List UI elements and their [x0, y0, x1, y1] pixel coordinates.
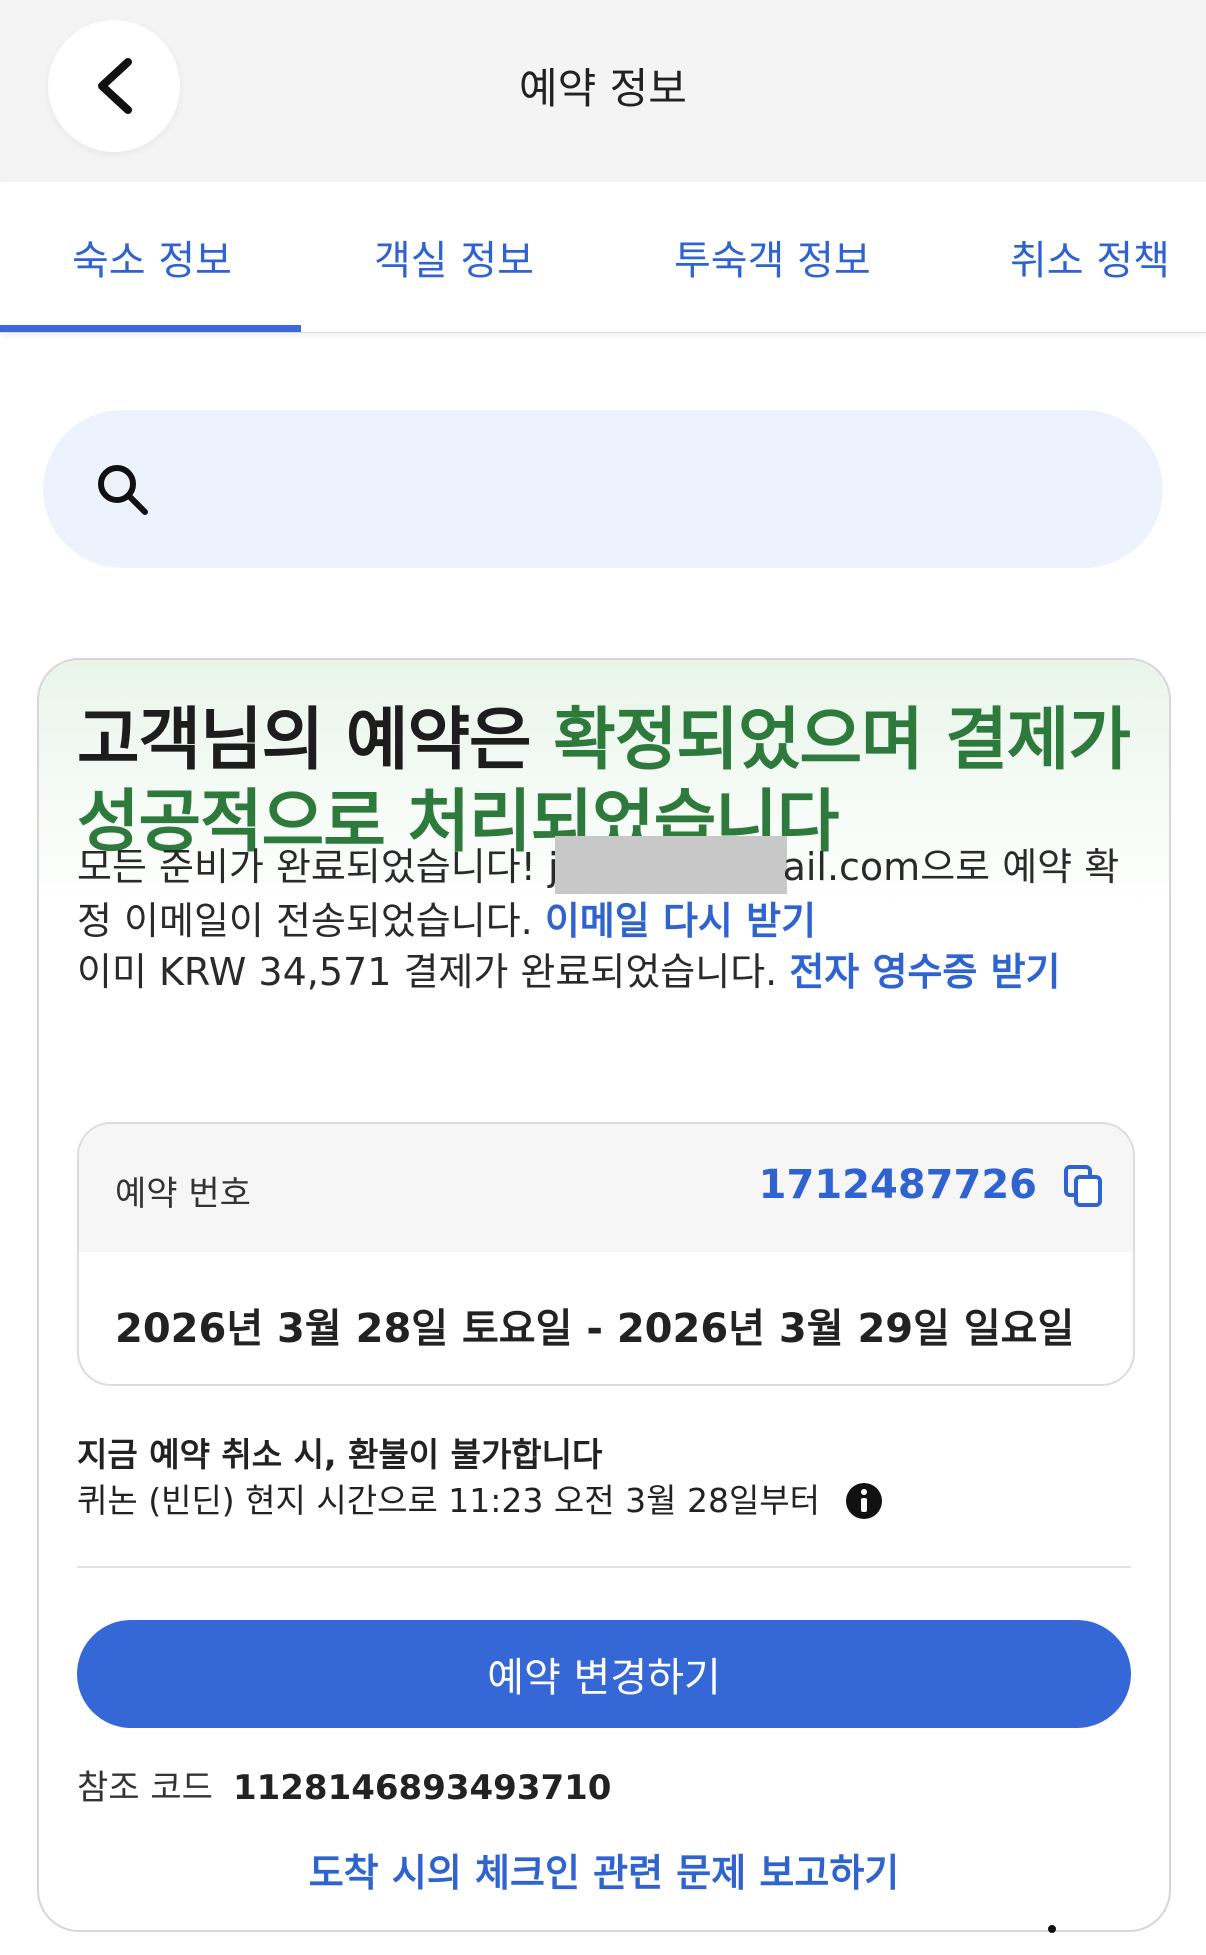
cancellation-title: 지금 예약 취소 시, 환불이 불가합니다 [77, 1435, 603, 1474]
booking-number-label: 예약 번호 [115, 1174, 251, 1214]
headline-part1: 고객님의 예약은 [77, 701, 554, 780]
page-title: 예약 정보 [519, 64, 687, 113]
booking-number-row: 예약 번호 1712487726 [79, 1124, 1133, 1252]
report-checkin-issue-link[interactable]: 도착 시의 체크인 관련 문제 보고하기 [39, 1842, 1169, 1897]
dot-decoration [1048, 1925, 1056, 1933]
top-bar: 예약 정보 [0, 0, 1206, 182]
tab-property-info[interactable]: 숙소 정보 [72, 228, 232, 286]
booking-number[interactable]: 1712487726 [759, 1162, 1037, 1208]
search-icon [98, 465, 148, 515]
search-input[interactable] [163, 450, 1127, 530]
divider [77, 1566, 1131, 1568]
cancellation-deadline-text: 퀴논 (빈딘) 현지 시간으로 11:23 오전 3월 28일부터 [77, 1481, 821, 1520]
tab-room-info[interactable]: 객실 정보 [374, 228, 534, 286]
cancellation-deadline: 퀴논 (빈딘) 현지 시간으로 11:23 오전 3월 28일부터 [77, 1474, 883, 1522]
copy-icon[interactable] [1063, 1164, 1103, 1208]
tab-bar: 숙소 정보 객실 정보 투숙객 정보 취소 정책 [0, 182, 1206, 333]
email-notice: 모든 준비가 완료되었습니다! j ail.com으로 예약 확정 이메일이 전송… [77, 836, 1137, 948]
payment-notice: 이미 KRW 34,571 결제가 완료되었습니다. 전자 영수증 받기 [77, 945, 1137, 999]
active-tab-indicator [0, 325, 301, 332]
reference-code-label: 참조 코드 [77, 1768, 213, 1808]
modify-booking-button[interactable]: 예약 변경하기 [77, 1620, 1131, 1728]
booking-number-box: 예약 번호 1712487726 2026년 3월 28일 토요일 - 2026… [77, 1122, 1135, 1386]
resend-email-link[interactable]: 이메일 다시 받기 [545, 899, 816, 943]
tab-guest-info[interactable]: 투숙객 정보 [674, 228, 871, 286]
redacted-email [554, 836, 787, 894]
reference-code-row: 참조 코드 1128146893493710 [77, 1760, 611, 1809]
stay-dates: 2026년 3월 28일 토요일 - 2026년 3월 29일 일요일 [115, 1306, 1075, 1352]
receipt-link[interactable]: 전자 영수증 받기 [789, 950, 1060, 994]
search-bar[interactable] [43, 410, 1163, 568]
confirmation-card: 고객님의 예약은 확정되었으며 결제가 성공적으로 처리되었습니다 모든 준비가… [37, 658, 1171, 1932]
email-notice-prefix: 모든 준비가 완료되었습니다! j [77, 845, 559, 889]
info-icon[interactable] [845, 1482, 883, 1520]
payment-text: 이미 KRW 34,571 결제가 완료되었습니다. [77, 950, 790, 994]
tab-cancellation-policy[interactable]: 취소 정책 [1010, 228, 1170, 286]
reference-code-value: 1128146893493710 [232, 1768, 612, 1808]
